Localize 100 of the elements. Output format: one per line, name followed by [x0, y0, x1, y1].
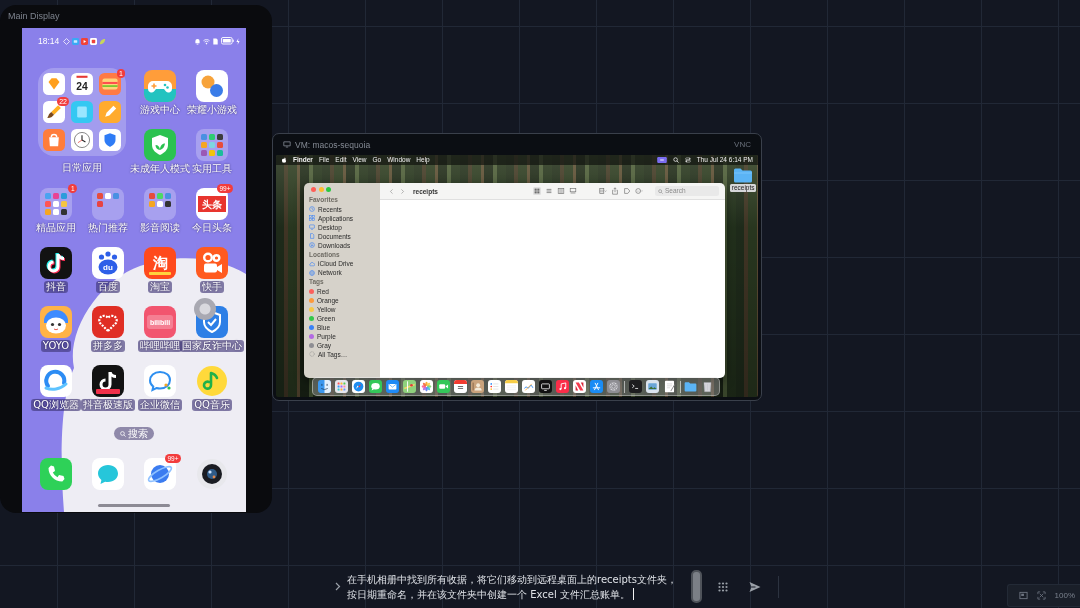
scribble-icon[interactable]	[521, 380, 535, 393]
character-tile-icon: 淘	[144, 247, 176, 279]
envelope-icon[interactable]	[385, 380, 399, 393]
columns-view-icon[interactable]	[557, 187, 565, 195]
display-label: Main Display	[8, 11, 60, 22]
app-shortcut[interactable]: 淘 淘宝	[144, 245, 176, 293]
status-time: 18:14	[38, 36, 60, 46]
control-center-icon[interactable]	[684, 157, 691, 163]
app-notification-icon	[90, 37, 98, 45]
battery-icon	[221, 37, 234, 45]
wifi-icon	[203, 37, 210, 45]
zoom-percent: 100%	[1054, 591, 1075, 600]
app-shortcut[interactable]: 快手	[196, 245, 228, 293]
music-note-icon[interactable]	[555, 380, 569, 393]
video-icon	[81, 37, 89, 45]
calendar-icon[interactable]	[453, 380, 467, 393]
chat-bubble-icon	[144, 365, 176, 397]
clock-icon	[309, 206, 315, 212]
app-shortcut[interactable]: du 百度	[92, 245, 124, 293]
app-shortcut[interactable]: 抖音极速版	[81, 363, 135, 411]
face-icon[interactable]	[317, 380, 331, 393]
music-note-icon	[92, 365, 124, 397]
drag-handle[interactable]	[691, 570, 702, 603]
app-shortcut[interactable]: 抖音	[40, 245, 72, 293]
sim-card-icon	[212, 37, 219, 45]
gallery-view-icon[interactable]	[569, 187, 577, 195]
shield-icon[interactable]	[99, 129, 121, 151]
group-icon[interactable]	[599, 187, 607, 195]
compass-icon[interactable]	[351, 380, 365, 393]
apple-icon[interactable]	[281, 157, 287, 163]
music-note-icon	[196, 365, 228, 397]
contact-card-icon[interactable]	[470, 380, 484, 393]
flower-icon[interactable]	[419, 380, 433, 393]
app-grid-icon[interactable]	[334, 380, 348, 393]
folder-label: 日常应用	[62, 162, 102, 174]
window-title: VM: macos-sequoia	[295, 139, 371, 150]
calendar-icon[interactable]: 24	[71, 73, 93, 95]
folder-icon	[92, 188, 124, 220]
shield-leaf-icon	[144, 129, 176, 161]
cartoon-face-icon	[40, 306, 72, 338]
folder-icon	[196, 129, 228, 161]
app-shortcut[interactable]: YOYO	[40, 304, 72, 352]
connection-label: VNC	[734, 140, 751, 149]
tv-icon[interactable]	[538, 380, 552, 393]
checklist-icon[interactable]	[487, 380, 501, 393]
cloud-icon	[309, 260, 315, 267]
keypad-icon[interactable]	[718, 581, 728, 592]
phone-icon[interactable]	[40, 458, 72, 490]
trash-icon[interactable]	[701, 380, 715, 393]
chevron-right-icon	[335, 582, 341, 591]
wallet-icon[interactable]	[99, 73, 121, 95]
monitor-icon	[283, 141, 291, 148]
folder-icon	[144, 188, 176, 220]
send-icon[interactable]	[749, 580, 761, 593]
grid-view-icon[interactable]	[533, 187, 541, 195]
globe-icon	[309, 269, 315, 276]
document-icon[interactable]	[662, 380, 676, 393]
search-icon	[658, 188, 663, 194]
swirl-icon	[40, 365, 72, 397]
all-tags-icon	[309, 351, 315, 357]
prompt-input[interactable]: 在手机相册中找到所有收据，将它们移动到远程桌面上的receipts文件夹，按日期重命名，并在该文件夹中创建一个 Excel 文件汇总账单。	[347, 571, 683, 602]
app-shortcut[interactable]: QQ音乐	[192, 363, 232, 411]
music-note-icon	[40, 247, 72, 279]
folder-icon	[40, 188, 72, 220]
video-camera-icon[interactable]	[436, 380, 450, 393]
document-icon	[309, 233, 315, 239]
map-icon[interactable]	[402, 380, 416, 393]
circles-icon	[196, 70, 228, 102]
folder-icon[interactable]	[684, 380, 698, 393]
settings-icon[interactable]	[606, 380, 620, 393]
diamond-icon	[63, 37, 71, 45]
leaf-icon	[99, 37, 107, 45]
photo-viewer-icon[interactable]	[645, 380, 659, 393]
fit-screen-icon[interactable]	[1036, 591, 1046, 600]
app-shortcut[interactable]: 企业微信	[138, 363, 182, 411]
gamepad-icon	[144, 70, 176, 102]
search-icon[interactable]	[672, 157, 679, 163]
desktop-icon	[309, 224, 315, 230]
download-icon	[309, 242, 315, 248]
shopping-bag-icon[interactable]	[43, 129, 65, 151]
app-grid-icon	[309, 215, 315, 221]
video-camera-icon	[196, 247, 228, 279]
app-shortcut[interactable]: QQ浏览器	[31, 363, 81, 411]
charging-icon	[236, 37, 240, 45]
notepad-icon[interactable]	[504, 380, 518, 393]
status-app-icon[interactable]	[656, 157, 667, 163]
bell-icon	[194, 37, 201, 45]
app-shortcut[interactable]: 拼多多	[91, 304, 125, 352]
chat-bubble-icon[interactable]	[368, 380, 382, 393]
crossed-lines-icon[interactable]	[589, 380, 603, 393]
camera-icon[interactable]	[196, 458, 228, 490]
clock-icon[interactable]	[71, 129, 93, 151]
planet-icon[interactable]	[144, 458, 176, 490]
terminal-icon[interactable]	[628, 380, 642, 393]
brush-icon[interactable]	[43, 101, 65, 123]
minimap-icon[interactable]	[1018, 591, 1028, 600]
paw-icon: du	[92, 247, 124, 279]
news-icon[interactable]	[572, 380, 586, 393]
folder-icon[interactable]	[733, 167, 754, 183]
search-icon	[120, 430, 126, 437]
